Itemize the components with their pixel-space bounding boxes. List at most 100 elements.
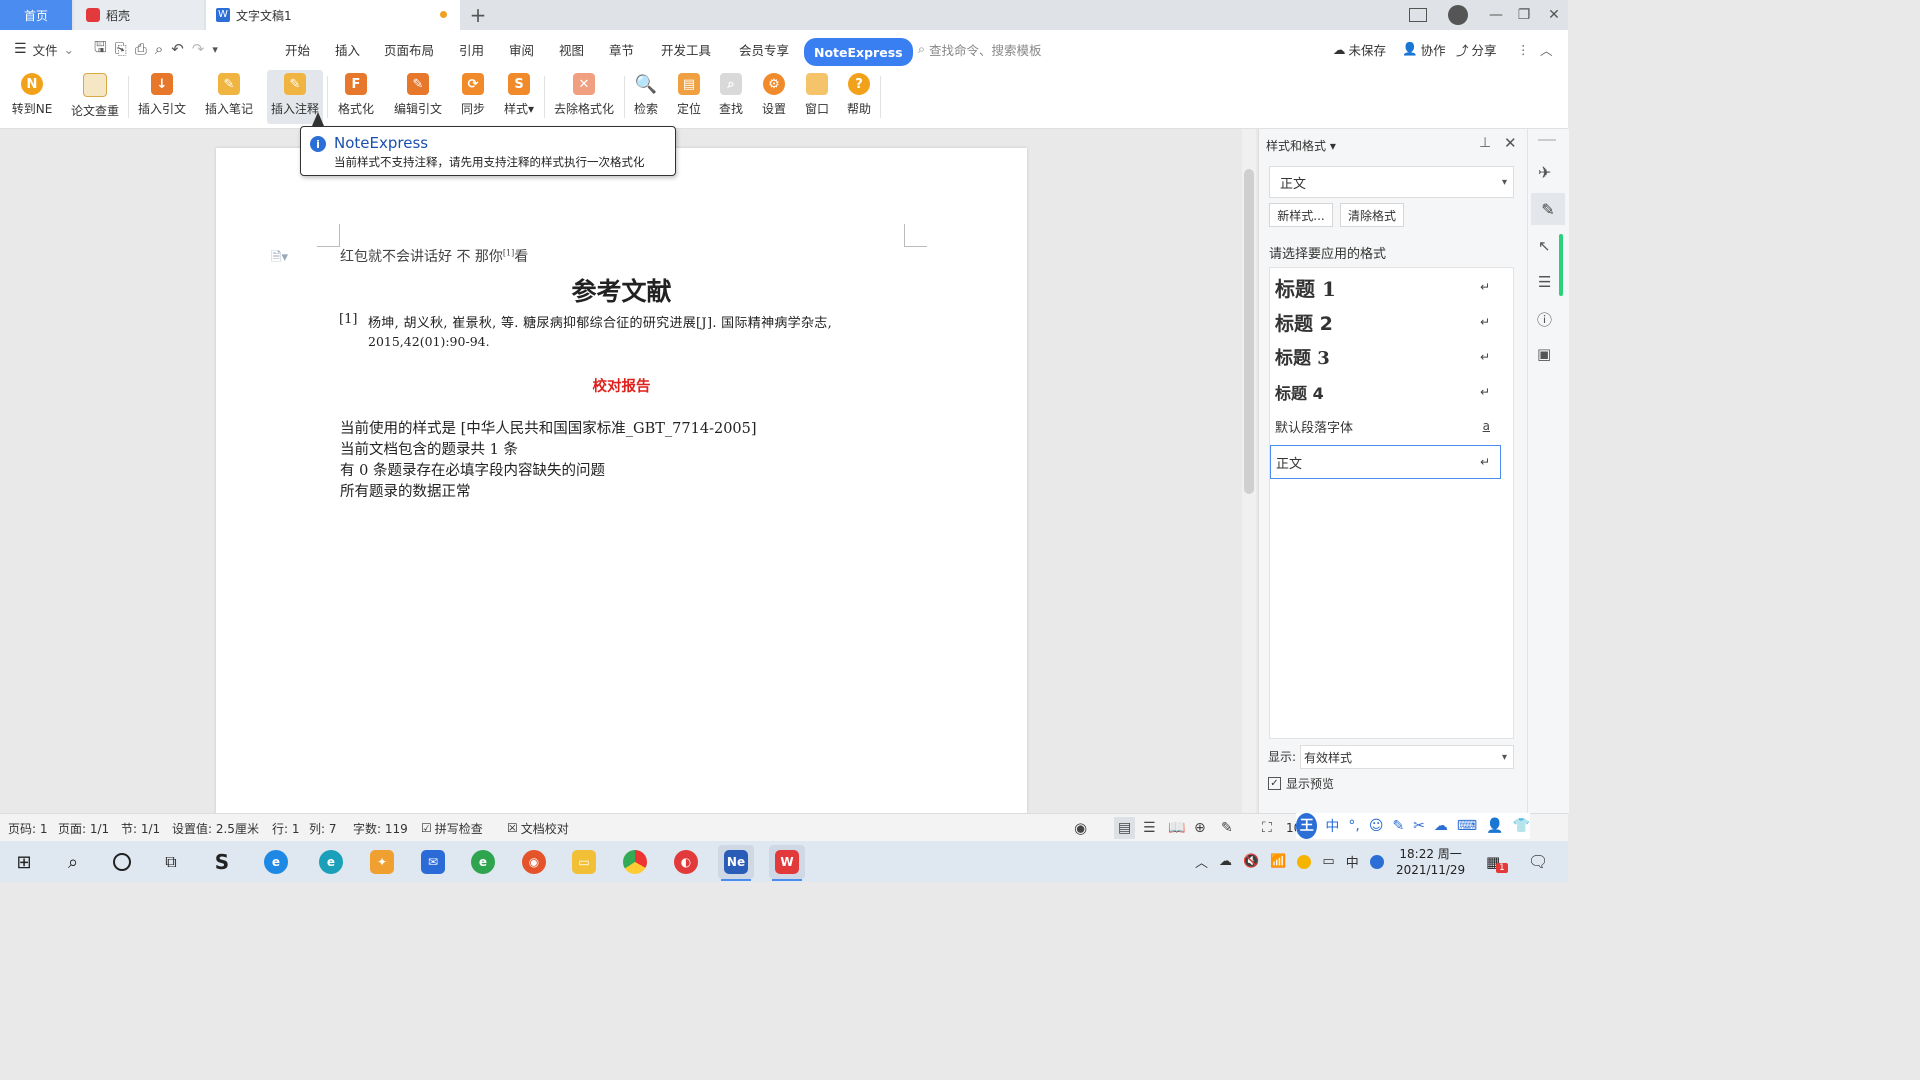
tab-home[interactable]: 首页 [0, 0, 72, 30]
windows-start-icon[interactable]: ⊞ [6, 845, 42, 879]
style-brush-icon[interactable]: ✎ [1531, 193, 1565, 225]
menu-view[interactable]: 视图 [559, 30, 584, 68]
menu-noteexpress[interactable]: NoteExpress [804, 38, 913, 66]
ime-skin-icon[interactable]: 👕 [1513, 818, 1530, 834]
tab-docer[interactable]: 稻壳 [74, 0, 204, 30]
style-dropdown-button[interactable]: S 样式▾ [500, 70, 538, 124]
image-edit-icon[interactable]: ▣ [1537, 345, 1551, 363]
redo-icon[interactable]: ↷ [192, 40, 205, 58]
spell-check-button[interactable]: ☑ 拼写检查 [421, 814, 483, 842]
ime-cloud-icon[interactable]: ☁ [1434, 818, 1448, 834]
paragraph-handle-icon[interactable]: 🗎▾ [271, 248, 288, 270]
ime-scissors-icon[interactable]: ✂ [1413, 818, 1425, 834]
chevron-up-icon[interactable]: ︿ [1195, 852, 1208, 871]
menu-start[interactable]: 开始 [285, 30, 310, 68]
share-button[interactable]: ⤴ 分享 [1456, 30, 1497, 68]
show-preview-checkbox[interactable]: ✓ 显示预览 [1268, 775, 1334, 792]
rocket-icon[interactable]: ✈ [1538, 163, 1551, 182]
status-page-code[interactable]: 页码: 1 [8, 814, 48, 842]
insert-note-button[interactable]: ✎ 插入笔记 [200, 70, 258, 124]
insert-citation-button[interactable]: ↓ 插入引文 [134, 70, 190, 124]
chrome-icon[interactable] [617, 845, 653, 879]
sliders-icon[interactable]: ☰ [1538, 273, 1551, 291]
tab-document[interactable]: W 文字文稿1 [206, 0, 460, 30]
cortana-icon[interactable] [104, 845, 140, 879]
web-view-icon[interactable]: ⊕ [1194, 814, 1206, 842]
ime-chinese-mode[interactable]: 中 [1325, 816, 1339, 836]
eye-protection-icon[interactable]: ◉ [1074, 814, 1087, 842]
app-gift-icon[interactable]: ✦ [364, 845, 400, 879]
style-heading-4[interactable]: 标题 4 ↵ [1270, 375, 1500, 409]
status-word-count[interactable]: 字数: 119 [353, 814, 408, 842]
fit-page-icon[interactable]: ⛶ [1262, 814, 1272, 842]
style-heading-3[interactable]: 标题 3 ↵ [1270, 340, 1500, 374]
ime-user-icon[interactable]: 👤 [1486, 818, 1503, 834]
edge-icon[interactable]: e [313, 845, 349, 879]
more-icon[interactable]: ⋮ [1517, 30, 1530, 68]
search-icon[interactable]: ⌕ [55, 845, 91, 879]
unsaved-button[interactable]: ☁ 未保存 [1333, 30, 1386, 68]
ime-tray-icon[interactable]: 中 [1346, 852, 1359, 871]
find-button[interactable]: ⌕ 查找 [713, 70, 749, 124]
minimize-icon[interactable]: — [1484, 4, 1508, 26]
file-menu[interactable]: ☰ 文件 ⌄ [14, 30, 74, 68]
menu-dev-tools[interactable]: 开发工具 [661, 30, 711, 68]
panel-title[interactable]: 样式和格式 ▾ [1266, 137, 1336, 154]
citation-mark[interactable]: [1] [503, 248, 514, 257]
sync-button[interactable]: ⟳ 同步 [455, 70, 491, 124]
file-explorer-icon[interactable]: ▭ [566, 845, 602, 879]
collab-button[interactable]: 👤 协作 [1402, 30, 1446, 68]
window-button[interactable]: 窗口 [799, 70, 835, 124]
doc-proof-button[interactable]: ☒ 文档校对 [507, 814, 569, 842]
ime-keyboard-icon[interactable]: ⌨ [1457, 818, 1477, 834]
status-row[interactable]: 行: 1 [272, 814, 300, 842]
close-window-icon[interactable]: ✕ [1542, 4, 1566, 26]
edit-citation-button[interactable]: ✎ 编辑引文 [389, 70, 447, 124]
help-button[interactable]: ? 帮助 [841, 70, 877, 124]
firefox-icon[interactable]: ◉ [516, 845, 552, 879]
customize-icon[interactable]: ▾ [212, 43, 218, 56]
style-heading-1[interactable]: 标题 1 ↵ [1270, 270, 1500, 304]
outline-view-icon[interactable]: ☰ [1143, 814, 1156, 842]
ie-icon[interactable]: e [258, 845, 294, 879]
restore-icon[interactable]: ❐ [1512, 4, 1536, 26]
document-scrollbar[interactable] [1242, 129, 1256, 813]
select-cursor-icon[interactable]: ↖ [1538, 237, 1551, 255]
write-mode-icon[interactable]: ✎ [1221, 814, 1233, 842]
locate-button[interactable]: ▤ 定位 [671, 70, 707, 124]
export-icon[interactable]: ⎘ [115, 40, 127, 58]
battery-icon[interactable]: ▭ [1322, 854, 1334, 869]
undo-icon[interactable]: ↶ [171, 40, 184, 58]
collapse-ribbon-icon[interactable]: ︿ [1540, 30, 1553, 68]
menu-member[interactable]: 会员专享 [739, 30, 789, 68]
status-setting[interactable]: 设置值: 2.5厘米 [172, 814, 259, 842]
onedrive-icon[interactable]: ☁ [1219, 854, 1232, 869]
status-page[interactable]: 页面: 1/1 [58, 814, 109, 842]
task-view-icon[interactable]: ⧉ [153, 845, 189, 879]
green-browser-icon[interactable]: e [465, 845, 501, 879]
ime-logo-icon[interactable]: 王 [1296, 813, 1318, 839]
reading-view-icon[interactable]: 📖 [1168, 814, 1185, 842]
ime-handwrite-icon[interactable]: ✎ [1392, 818, 1404, 834]
document-page[interactable]: 🗎▾ 红包就不会讲话好 不 那你[1]看 参考文献 [1] 杨坤, 胡义秋, 崔… [216, 148, 1027, 814]
menu-insert[interactable]: 插入 [335, 30, 360, 68]
status-col[interactable]: 列: 7 [309, 814, 337, 842]
wps-taskbar-icon[interactable]: W [769, 845, 805, 879]
page-view-icon[interactable]: ▤ [1114, 817, 1136, 839]
notification-app-icon[interactable]: ▦ 1 [1486, 841, 1508, 882]
print-icon[interactable]: ⎙ [135, 40, 147, 58]
save-icon[interactable]: 🖫 [94, 37, 107, 62]
plagiarism-check-button[interactable]: 论文查重 [66, 70, 124, 124]
layout-icon[interactable] [1406, 4, 1430, 26]
wifi-icon[interactable]: 📶 [1270, 854, 1286, 869]
avatar[interactable] [1446, 4, 1470, 26]
scrollbar-thumb[interactable] [1244, 169, 1254, 494]
red-app-icon[interactable]: ◐ [668, 845, 704, 879]
action-center-icon[interactable]: 🗨 [1528, 841, 1548, 882]
new-style-button[interactable]: 新样式... [1269, 203, 1333, 227]
pin-icon[interactable]: ⊥ [1479, 135, 1491, 151]
new-tab-button[interactable]: + [466, 0, 490, 30]
tray-app-icon[interactable] [1297, 854, 1312, 869]
ime-emoji-icon[interactable]: ☺ [1369, 818, 1384, 834]
ime-punctuation-icon[interactable]: °, [1348, 818, 1359, 834]
